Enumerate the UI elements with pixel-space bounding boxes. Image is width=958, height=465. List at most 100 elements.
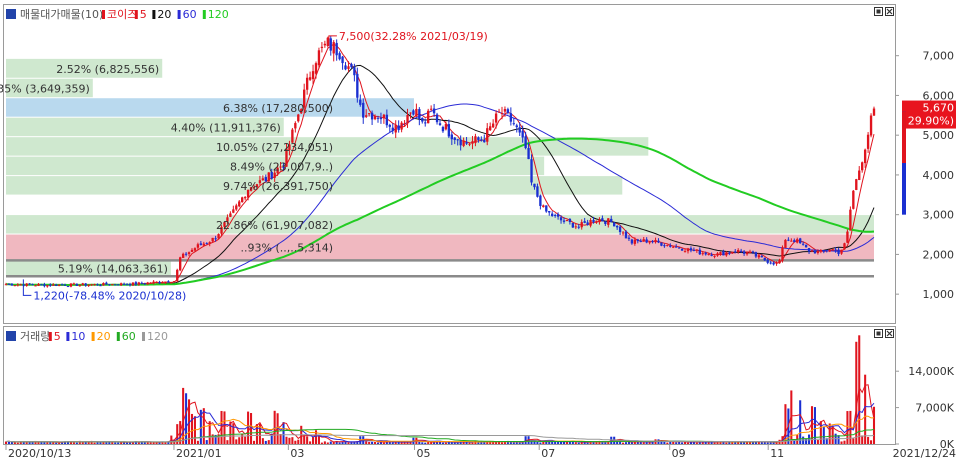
volume-bar xyxy=(539,442,542,444)
volume-bar xyxy=(574,442,577,444)
volume-bar xyxy=(244,436,247,444)
volume-bar xyxy=(326,442,329,444)
candle-body xyxy=(486,128,489,142)
volume-bar xyxy=(515,441,518,444)
volume-bar xyxy=(205,440,208,444)
candle-body xyxy=(4,284,8,286)
candle-body xyxy=(551,213,554,217)
price-panel-close-button[interactable] xyxy=(885,7,894,16)
price-tick-label: 2,000 xyxy=(923,248,955,261)
candle-body xyxy=(55,284,58,286)
volume-bar xyxy=(320,442,323,444)
volume-bar xyxy=(291,437,294,444)
volume-bar xyxy=(400,442,403,444)
volume-bar xyxy=(241,433,244,444)
volume-tick-label: 14,000K xyxy=(908,365,954,378)
volume-bar xyxy=(223,411,226,444)
candle-body xyxy=(701,253,704,255)
candle-body xyxy=(474,136,477,144)
candle-body xyxy=(382,114,386,119)
candle-body xyxy=(775,262,778,264)
candle-body xyxy=(81,283,84,286)
date-tick-label: 11 xyxy=(770,447,784,460)
volume-bar xyxy=(309,441,312,444)
legend-series-label: 120 xyxy=(147,330,168,343)
candle-body xyxy=(698,249,701,255)
candle-body xyxy=(849,209,852,231)
candle-body xyxy=(450,134,453,140)
volume-bar xyxy=(238,437,241,444)
volume-bar xyxy=(421,442,424,444)
volume-bar xyxy=(710,442,713,444)
volume-bar xyxy=(713,442,716,444)
candle-body xyxy=(93,284,96,286)
volume-bar xyxy=(846,411,849,444)
candle-body xyxy=(610,218,613,222)
volume-bar xyxy=(604,442,607,444)
volume-panel-maximize-button[interactable] xyxy=(874,329,883,338)
candle-body xyxy=(173,281,176,283)
candle-body xyxy=(19,284,22,286)
volume-bar xyxy=(468,442,471,444)
candle-body xyxy=(819,249,823,252)
candle-body xyxy=(675,246,678,248)
candle-body xyxy=(751,251,755,253)
candle-body xyxy=(866,134,870,149)
volume-bar xyxy=(554,441,557,444)
volume-bar xyxy=(837,435,840,444)
candle-body xyxy=(202,243,205,246)
candle-body xyxy=(680,248,684,251)
candle-body xyxy=(353,67,356,76)
volume-bar xyxy=(152,442,155,444)
volume-bar xyxy=(10,441,13,444)
candle-body xyxy=(506,109,510,113)
candle-body xyxy=(648,241,651,243)
candle-body xyxy=(78,284,81,287)
volume-bar xyxy=(323,441,326,444)
legend-swatch xyxy=(116,332,120,341)
volume-tick-label: 7,000K xyxy=(915,402,954,415)
volume-bar xyxy=(255,424,258,444)
candle-body xyxy=(536,186,539,197)
volume-bar xyxy=(72,442,75,444)
volume-bar xyxy=(471,442,474,444)
candle-body xyxy=(46,284,49,287)
chart-type-icon xyxy=(6,331,16,341)
candle-body xyxy=(359,99,362,105)
price-panel-maximize-button[interactable] xyxy=(874,7,883,16)
legend-title: 매물대가매물(10) xyxy=(20,8,103,21)
volume-bar xyxy=(557,441,560,444)
candle-body xyxy=(869,115,873,136)
candle-body xyxy=(241,197,244,203)
candle-body xyxy=(722,251,725,256)
candle-body xyxy=(10,283,14,286)
candle-body xyxy=(462,140,465,146)
legend-swatch xyxy=(102,10,105,19)
volume-bar xyxy=(512,442,515,444)
volume-bar xyxy=(843,440,846,444)
candle-body xyxy=(745,252,749,255)
candle-body xyxy=(512,123,515,125)
candle-body xyxy=(663,245,666,247)
candle-body xyxy=(769,262,772,264)
candle-body xyxy=(539,195,542,206)
candle-body xyxy=(645,239,648,243)
volume-bar xyxy=(666,442,669,444)
volume-bar xyxy=(170,435,173,444)
candle-body xyxy=(391,127,394,131)
volume-bar xyxy=(350,442,353,444)
candle-body xyxy=(96,284,99,286)
volume-panel-close-button[interactable] xyxy=(885,329,894,338)
legend-series-label: 20 xyxy=(157,8,171,21)
candle-body xyxy=(574,226,577,228)
candle-body xyxy=(179,257,182,271)
volume-bar xyxy=(681,442,684,444)
volume-bar xyxy=(822,427,825,444)
legend-series-label: 5 xyxy=(140,8,147,21)
volume-bar xyxy=(695,442,698,444)
candle-body xyxy=(530,159,533,183)
candle-body xyxy=(155,281,158,283)
candle-body xyxy=(533,183,536,188)
candle-body xyxy=(362,102,365,118)
candle-body xyxy=(577,226,580,228)
